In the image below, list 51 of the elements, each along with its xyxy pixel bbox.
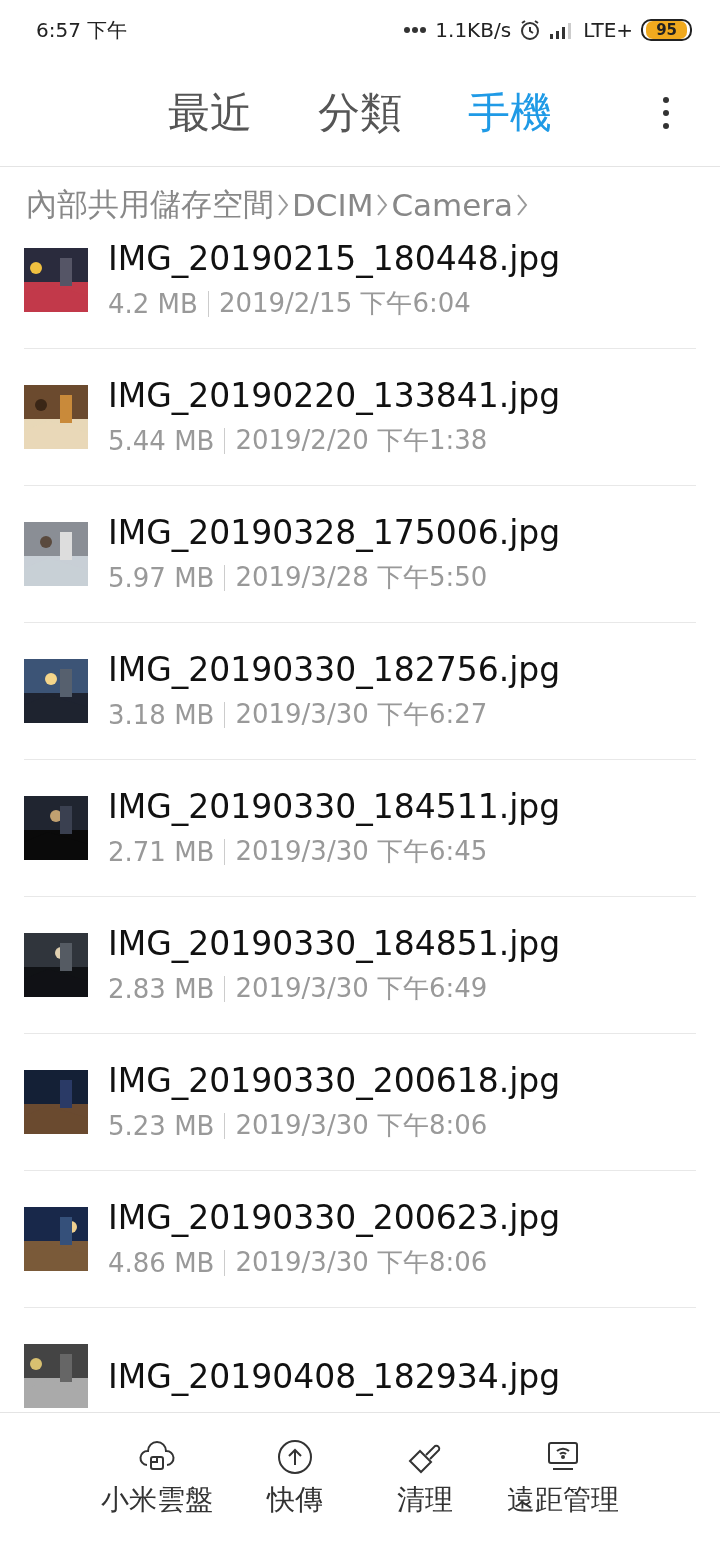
file-row[interactable]: IMG_20190330_184511.jpg 2.71 MB 2019/3/30 下午6:45	[24, 760, 696, 897]
file-name: IMG_20190328_175006.jpg	[108, 513, 561, 552]
clock: 6:57 下午	[36, 16, 128, 44]
file-date: 2019/3/30 下午6:45	[235, 835, 488, 868]
file-size: 4.2 MB	[108, 288, 198, 319]
file-size: 2.83 MB	[108, 973, 215, 1004]
file-size: 3.18 MB	[108, 699, 215, 730]
file-row[interactable]: IMG_20190330_200618.jpg 5.23 MB 2019/3/30 下午8:06	[24, 1034, 696, 1171]
network-type: LTE+	[583, 18, 634, 42]
file-row[interactable]: IMG_20190215_180448.jpg 4.2 MB 2019/2/15 下午6:04	[24, 242, 696, 349]
nav-button[interactable]: 遠距管理	[507, 1437, 619, 1560]
file-name: IMG_20190330_184851.jpg	[108, 924, 561, 963]
alarm-clock-icon	[519, 19, 542, 41]
upload-icon	[275, 1437, 315, 1477]
file-name: IMG_20190408_182934.jpg	[108, 1356, 561, 1396]
file-name: IMG_20190220_133841.jpg	[108, 376, 561, 415]
file-name: IMG_20190215_180448.jpg	[108, 242, 561, 278]
file-row[interactable]: IMG_20190328_175006.jpg 5.97 MB 2019/3/28 下午5:50	[24, 486, 696, 623]
file-size: 5.23 MB	[108, 1110, 215, 1141]
file-row[interactable]: IMG_20190408_182934.jpg	[24, 1308, 696, 1412]
file-date: 2019/2/20 下午1:38	[235, 424, 488, 457]
file-date: 2019/2/15 下午6:04	[218, 287, 471, 320]
breadcrumb-item[interactable]: 內部共用儲存空間	[26, 183, 274, 226]
file-name: IMG_20190330_184511.jpg	[108, 787, 561, 826]
network-speed: 1.1KB/s	[435, 18, 512, 42]
file-size: 5.97 MB	[108, 562, 215, 593]
tab[interactable]: 最近	[168, 85, 252, 141]
file-date: 2019/3/30 下午8:06	[235, 1246, 488, 1279]
file-name: IMG_20190330_200623.jpg	[108, 1198, 561, 1237]
file-row[interactable]: IMG_20190330_200623.jpg 4.86 MB 2019/3/30 下午8:06	[24, 1171, 696, 1308]
file-size: 4.86 MB	[108, 1247, 215, 1278]
file-size: 5.44 MB	[108, 425, 215, 456]
more-options-icon[interactable]	[662, 96, 670, 130]
file-size: 2.71 MB	[108, 836, 215, 867]
battery-icon: 95	[641, 19, 692, 41]
file-row[interactable]: IMG_20190330_182756.jpg 3.18 MB 2019/3/30 下午6:27	[24, 623, 696, 760]
file-name: IMG_20190330_182756.jpg	[108, 650, 561, 689]
file-date: 2019/3/28 下午5:50	[235, 561, 488, 594]
file-date: 2019/3/30 下午8:06	[235, 1109, 488, 1142]
file-row[interactable]: IMG_20190220_133841.jpg 5.44 MB 2019/2/20 下午1:38	[24, 349, 696, 486]
notification-dots-icon	[403, 26, 428, 34]
file-date: 2019/3/30 下午6:49	[235, 972, 488, 1005]
nav-button[interactable]: 快傳	[247, 1437, 343, 1560]
nav-button[interactable]: 清理	[377, 1437, 473, 1560]
file-date: 2019/3/30 下午6:27	[235, 698, 488, 731]
file-name: IMG_20190330_200618.jpg	[108, 1061, 561, 1100]
file-row[interactable]: IMG_20190330_184851.jpg 2.83 MB 2019/3/30 下午6:49	[24, 897, 696, 1034]
breadcrumb-item[interactable]: DCIM	[292, 186, 374, 223]
tab[interactable]: 分類	[318, 85, 402, 141]
breadcrumb-item[interactable]: Camera	[391, 186, 514, 223]
nav-button[interactable]: 小米雲盤	[101, 1437, 213, 1560]
